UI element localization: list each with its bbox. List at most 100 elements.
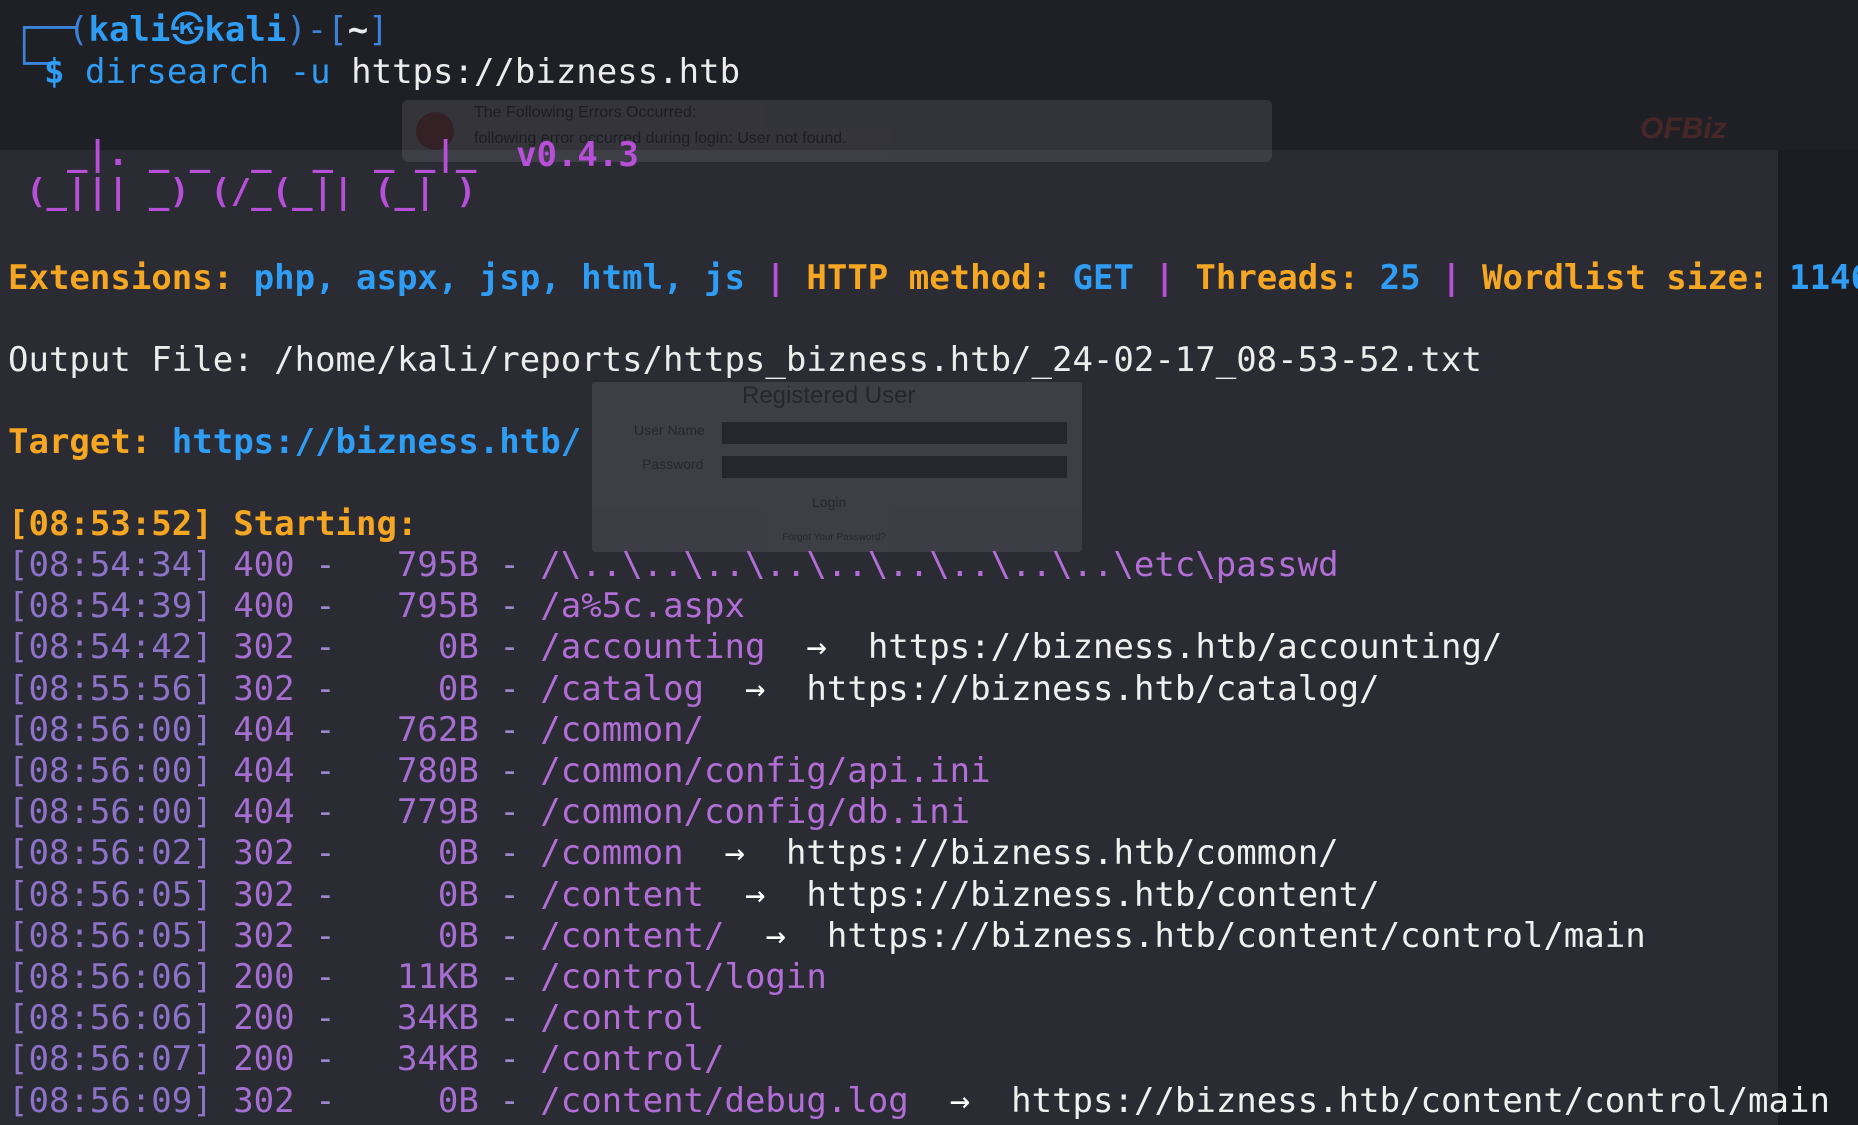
- result-status: 302: [233, 915, 295, 956]
- kali-icon: ㉿: [170, 10, 205, 50]
- wordlist-value: 11460: [1789, 258, 1858, 298]
- logo-line-1: _|. _ _ _ _ _ _|_: [26, 134, 477, 174]
- result-redirect-url: https://bizness.htb/catalog/: [806, 668, 1380, 709]
- result-time: [08:56:06]: [8, 998, 213, 1039]
- result-size: 762B: [376, 709, 479, 750]
- prompt-corner-top: ┌──: [14, 8, 76, 48]
- result-path: /catalog: [540, 668, 705, 709]
- result-status: 200: [233, 957, 295, 997]
- username-field: [722, 422, 1067, 444]
- result-status: 302: [233, 668, 295, 709]
- result-time: [08:54:34]: [8, 545, 213, 585]
- forgot-password-link: Forgot Your Password?: [782, 532, 886, 543]
- starting-time: [08:53:52]: [8, 504, 213, 544]
- username-label: User Name: [634, 422, 705, 438]
- separator: |: [1154, 258, 1175, 298]
- result-row: [08:55:56] 302 - 0B - /catalog → https:/…: [8, 668, 1380, 709]
- result-row: [08:56:00] 404 - 780B - /common/config/a…: [8, 751, 991, 791]
- result-size: 0B: [376, 915, 479, 956]
- result-path: /content: [540, 874, 705, 915]
- result-size: 0B: [376, 874, 479, 915]
- result-size: 0B: [376, 833, 479, 874]
- result-row: [08:56:02] 302 - 0B - /common → https://…: [8, 833, 1339, 874]
- redirect-arrow-icon: →: [765, 915, 786, 956]
- login-title: Registered User: [742, 382, 916, 409]
- result-size: 34KB: [356, 1039, 479, 1080]
- result-path: /common/config/api.ini: [540, 751, 991, 791]
- result-size: 11KB: [356, 957, 479, 997]
- background-brand-logo: OFBiz: [1640, 112, 1727, 145]
- starting-label: Starting:: [233, 504, 418, 544]
- result-path: /control/: [540, 1039, 725, 1080]
- result-redirect-url: https://bizness.htb/content/control/main: [826, 915, 1646, 956]
- result-size: 795B: [376, 586, 479, 627]
- prompt-symbol: $: [44, 52, 65, 92]
- result-status: 302: [233, 833, 295, 874]
- config-line: Extensions: php, aspx, jsp, html, js | H…: [8, 258, 1858, 299]
- result-time: [08:56:00]: [8, 709, 213, 750]
- result-time: [08:56:00]: [8, 751, 213, 791]
- result-status: 404: [233, 709, 295, 750]
- result-status: 302: [233, 874, 295, 915]
- prompt-host: kali: [204, 10, 287, 50]
- version-label: v0.4.3: [516, 135, 639, 175]
- prompt-dir: ~: [347, 10, 369, 50]
- result-path: /accounting: [540, 627, 766, 668]
- result-row: [08:56:05] 302 - 0B - /content → https:/…: [8, 874, 1380, 915]
- target-url: https://bizness.htb/: [171, 422, 582, 462]
- result-row: [08:56:06] 200 - 11KB - /control/login: [8, 957, 827, 997]
- result-status: 400: [233, 545, 295, 585]
- method-value: GET: [1072, 258, 1134, 298]
- result-size: 0B: [376, 1080, 479, 1121]
- command-name: dirsearch: [84, 52, 270, 92]
- result-size: 780B: [376, 751, 479, 791]
- result-path: /common/config/db.ini: [540, 792, 971, 833]
- result-time: [08:54:39]: [8, 586, 213, 627]
- target-label: Target:: [8, 422, 152, 462]
- separator: |: [765, 258, 786, 298]
- starting-line: [08:53:52] Starting:: [8, 504, 417, 545]
- result-path: /content/: [540, 915, 725, 956]
- redirect-arrow-icon: →: [724, 833, 745, 874]
- result-path: /common/: [540, 709, 705, 750]
- prompt-line: (kali㉿kali)-[~]: [68, 10, 389, 50]
- threads-value: 25: [1379, 258, 1421, 298]
- login-button: Login: [812, 494, 847, 510]
- redirect-arrow-icon: →: [806, 627, 827, 668]
- wordlist-label: Wordlist size:: [1482, 258, 1769, 298]
- background-login-box: Registered User User Name Password Login…: [592, 382, 1082, 552]
- result-row: [08:56:09] 302 - 0B - /content/debug.log…: [8, 1080, 1830, 1121]
- result-status: 200: [233, 998, 295, 1039]
- password-field: [722, 456, 1067, 478]
- result-redirect-url: https://bizness.htb/accounting/: [867, 627, 1503, 668]
- command-line[interactable]: $ dirsearch -u https://bizness.htb: [44, 52, 740, 93]
- result-row: [08:56:07] 200 - 34KB - /control/: [8, 1039, 725, 1080]
- result-size: 795B: [376, 545, 479, 585]
- result-row: [08:56:00] 404 - 762B - /common/: [8, 709, 705, 750]
- result-status: 302: [233, 1080, 295, 1121]
- result-size: 34KB: [356, 998, 479, 1039]
- redirect-arrow-icon: →: [949, 1080, 971, 1121]
- result-status: 404: [233, 751, 295, 791]
- redirect-arrow-icon: →: [744, 874, 766, 915]
- extensions-label: Extensions:: [8, 258, 234, 298]
- command-target: https://bizness.htb: [351, 52, 741, 92]
- result-path: /common: [540, 833, 684, 874]
- alert-title: The Following Errors Occurred:: [474, 104, 697, 121]
- result-size: 0B: [376, 668, 479, 709]
- result-time: [08:55:56]: [8, 668, 213, 709]
- result-path: /control/login: [540, 957, 827, 997]
- result-row: [08:56:06] 200 - 34KB - /control: [8, 998, 705, 1039]
- result-status: 400: [233, 586, 295, 627]
- result-row: [08:54:39] 400 - 795B - /a%5c.aspx: [8, 586, 745, 627]
- result-time: [08:56:09]: [8, 1080, 213, 1121]
- extensions-value: php, aspx, jsp, html, js: [253, 258, 745, 298]
- result-time: [08:54:42]: [8, 627, 213, 668]
- result-time: [08:56:05]: [8, 915, 213, 956]
- result-status: 302: [233, 627, 295, 668]
- result-redirect-url: https://bizness.htb/common/: [785, 833, 1339, 874]
- result-row: [08:54:34] 400 - 795B - /\..\..\..\..\..…: [8, 545, 1339, 585]
- result-time: [08:56:07]: [8, 1039, 213, 1080]
- prompt-user: kali: [88, 10, 171, 50]
- result-time: [08:56:02]: [8, 833, 213, 874]
